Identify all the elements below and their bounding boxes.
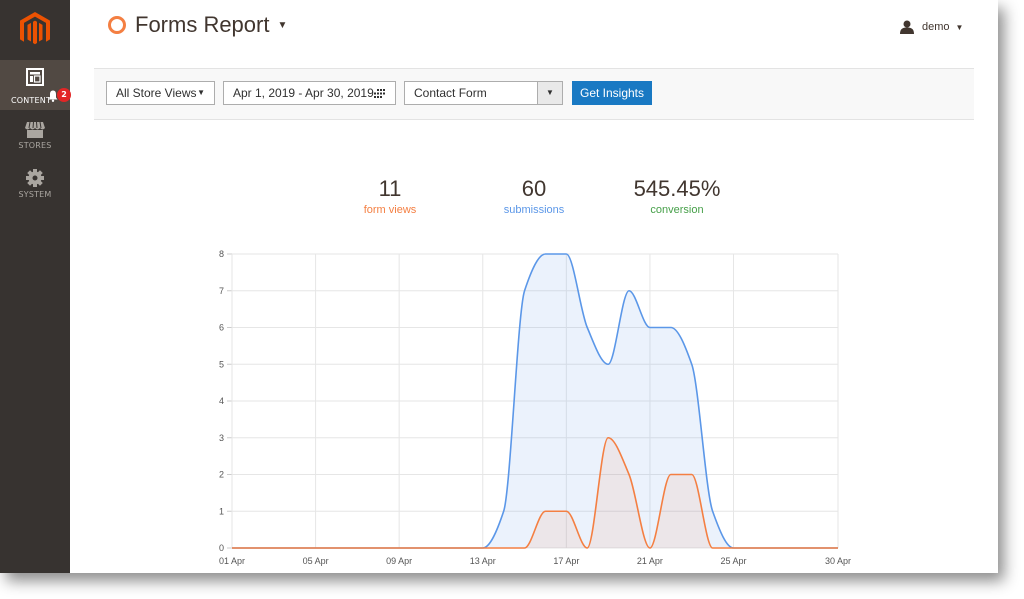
forms-report-ring-icon xyxy=(108,16,126,34)
chevron-down-icon: ▼ xyxy=(955,22,964,32)
sidebar-item-system[interactable]: SYSTEM xyxy=(0,168,70,218)
sidebar-item-content[interactable]: CONTENT xyxy=(0,60,70,110)
x-tick-label: 21 Apr xyxy=(637,556,663,566)
gear-icon xyxy=(26,169,44,187)
x-tick-label: 17 Apr xyxy=(553,556,579,566)
y-tick-label: 8 xyxy=(219,249,224,259)
y-tick-label: 2 xyxy=(219,470,224,480)
form-views-value: 11 xyxy=(378,176,402,201)
x-tick-label: 25 Apr xyxy=(721,556,747,566)
app-window: CONTENT 2 STORES SYSTEM Forms Report ▼ d… xyxy=(0,0,998,573)
report-filter-toolbar: All Store Views ▼ Apr 1, 2019 - Apr 30, … xyxy=(94,68,974,120)
page-title-text: Forms Report xyxy=(135,12,270,37)
y-tick-label: 0 xyxy=(219,543,224,553)
submissions-stat: 60 submissions xyxy=(464,176,604,216)
x-tick-label: 13 Apr xyxy=(470,556,496,566)
notification-badge[interactable]: 2 xyxy=(57,88,71,102)
sidebar-item-label: SYSTEM xyxy=(18,190,52,199)
conversion-value: 545.45% xyxy=(633,176,721,201)
y-tick-label: 7 xyxy=(219,286,224,296)
x-tick-label: 09 Apr xyxy=(386,556,412,566)
page-title: Forms Report ▼ xyxy=(107,12,287,38)
form-views-label: form views xyxy=(363,204,417,216)
y-tick-label: 4 xyxy=(219,396,224,406)
sidebar-item-label: STORES xyxy=(18,141,52,150)
submissions-value: 60 xyxy=(521,176,547,201)
content-layout-icon xyxy=(26,68,44,86)
y-tick-label: 5 xyxy=(219,359,224,369)
get-insights-button[interactable]: Get Insights xyxy=(572,81,652,105)
y-tick-label: 6 xyxy=(219,323,224,333)
x-tick-label: 01 Apr xyxy=(219,556,245,566)
y-tick-label: 3 xyxy=(219,433,224,443)
store-view-select[interactable]: All Store Views ▼ xyxy=(106,81,215,105)
user-name: demo xyxy=(922,21,950,33)
conversion-label: conversion xyxy=(650,204,704,216)
chevron-down-icon: ▼ xyxy=(197,88,205,97)
x-tick-label: 05 Apr xyxy=(303,556,329,566)
store-view-value: All Store Views xyxy=(116,86,197,100)
date-range-value: Apr 1, 2019 - Apr 30, 2019 xyxy=(233,86,374,100)
store-awning-icon xyxy=(25,122,45,138)
form-views-stat: 11 form views xyxy=(320,176,460,216)
y-tick-label: 1 xyxy=(219,506,224,516)
form-select-value: Contact Form xyxy=(414,86,487,100)
submissions-label: submissions xyxy=(503,204,565,216)
magento-logo[interactable] xyxy=(20,12,50,48)
date-range-picker[interactable]: Apr 1, 2019 - Apr 30, 2019 xyxy=(223,81,396,105)
form-select-dropdown-button[interactable]: ▼ xyxy=(537,82,562,104)
forms-activity-chart: 0 1 2 3 4 5 6 7 8 01 Apr 05 Apr 09 Apr 13 Apr 17 Apr 2… xyxy=(219,249,851,566)
calendar-icon[interactable] xyxy=(373,89,385,98)
conversion-stat: 545.45% conversion xyxy=(607,176,747,216)
title-dropdown-caret-icon[interactable]: ▼ xyxy=(277,20,287,31)
user-account-menu[interactable]: demo ▼ xyxy=(900,20,963,34)
form-select[interactable]: Contact Form ▼ xyxy=(404,81,563,105)
x-tick-label: 30 Apr xyxy=(825,556,851,566)
user-icon xyxy=(900,20,914,34)
admin-sidebar: CONTENT 2 STORES SYSTEM xyxy=(0,0,71,573)
sidebar-item-stores[interactable]: STORES xyxy=(0,120,70,170)
